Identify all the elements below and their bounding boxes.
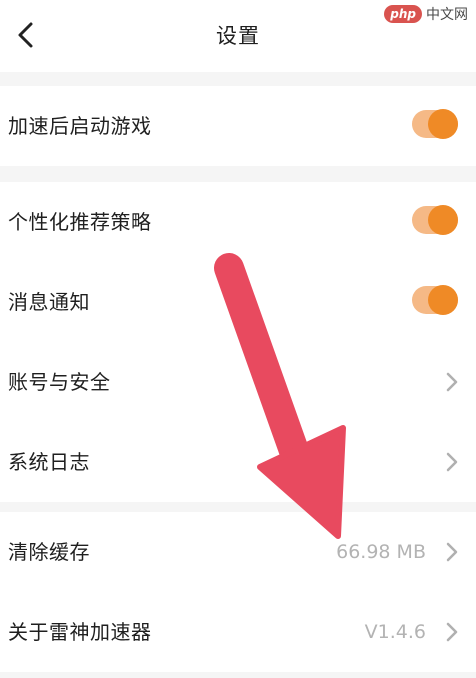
setting-label: 清除缓存 <box>8 540 90 564</box>
watermark-text: 中文网 <box>426 7 468 23</box>
setting-label: 账号与安全 <box>8 370 111 394</box>
toggle-knob <box>428 109 458 139</box>
watermark-badge: php <box>384 5 422 23</box>
page-title: 设置 <box>216 24 260 48</box>
toggle-knob <box>428 285 458 315</box>
launch-game-toggle[interactable] <box>412 109 458 139</box>
setting-row-account[interactable]: 账号与安全 <box>0 342 476 422</box>
setting-row-about[interactable]: 关于雷神加速器 V1.4.6 <box>0 592 476 672</box>
notifications-toggle[interactable] <box>412 285 458 315</box>
setting-row-logs[interactable]: 系统日志 <box>0 422 476 502</box>
setting-label: 个性化推荐策略 <box>8 210 152 234</box>
settings-group-main: 个性化推荐策略 消息通知 账号与安全 系统日志 <box>0 182 476 502</box>
personalized-toggle[interactable] <box>412 205 458 235</box>
setting-label: 加速后启动游戏 <box>8 114 152 138</box>
setting-row-personalized: 个性化推荐策略 <box>0 182 476 262</box>
app-version: V1.4.6 <box>364 621 426 643</box>
chevron-right-icon <box>446 452 458 472</box>
settings-group-cache: 清除缓存 66.98 MB <box>0 512 476 592</box>
setting-label: 消息通知 <box>8 290 90 314</box>
watermark: php 中文网 <box>384 4 468 24</box>
setting-row-notifications: 消息通知 <box>0 262 476 342</box>
top-bar: 设置 php 中文网 <box>0 0 476 72</box>
settings-group-about: 关于雷神加速器 V1.4.6 <box>0 592 476 672</box>
toggle-knob <box>428 205 458 235</box>
setting-row-launch-game: 加速后启动游戏 <box>0 86 476 166</box>
setting-row-clear-cache[interactable]: 清除缓存 66.98 MB <box>0 512 476 592</box>
settings-group-launch: 加速后启动游戏 <box>0 86 476 166</box>
setting-label: 系统日志 <box>8 450 90 474</box>
chevron-right-icon <box>446 622 458 642</box>
cache-size: 66.98 MB <box>336 541 426 563</box>
chevron-right-icon <box>446 372 458 392</box>
setting-label: 关于雷神加速器 <box>8 620 152 644</box>
chevron-right-icon <box>446 542 458 562</box>
